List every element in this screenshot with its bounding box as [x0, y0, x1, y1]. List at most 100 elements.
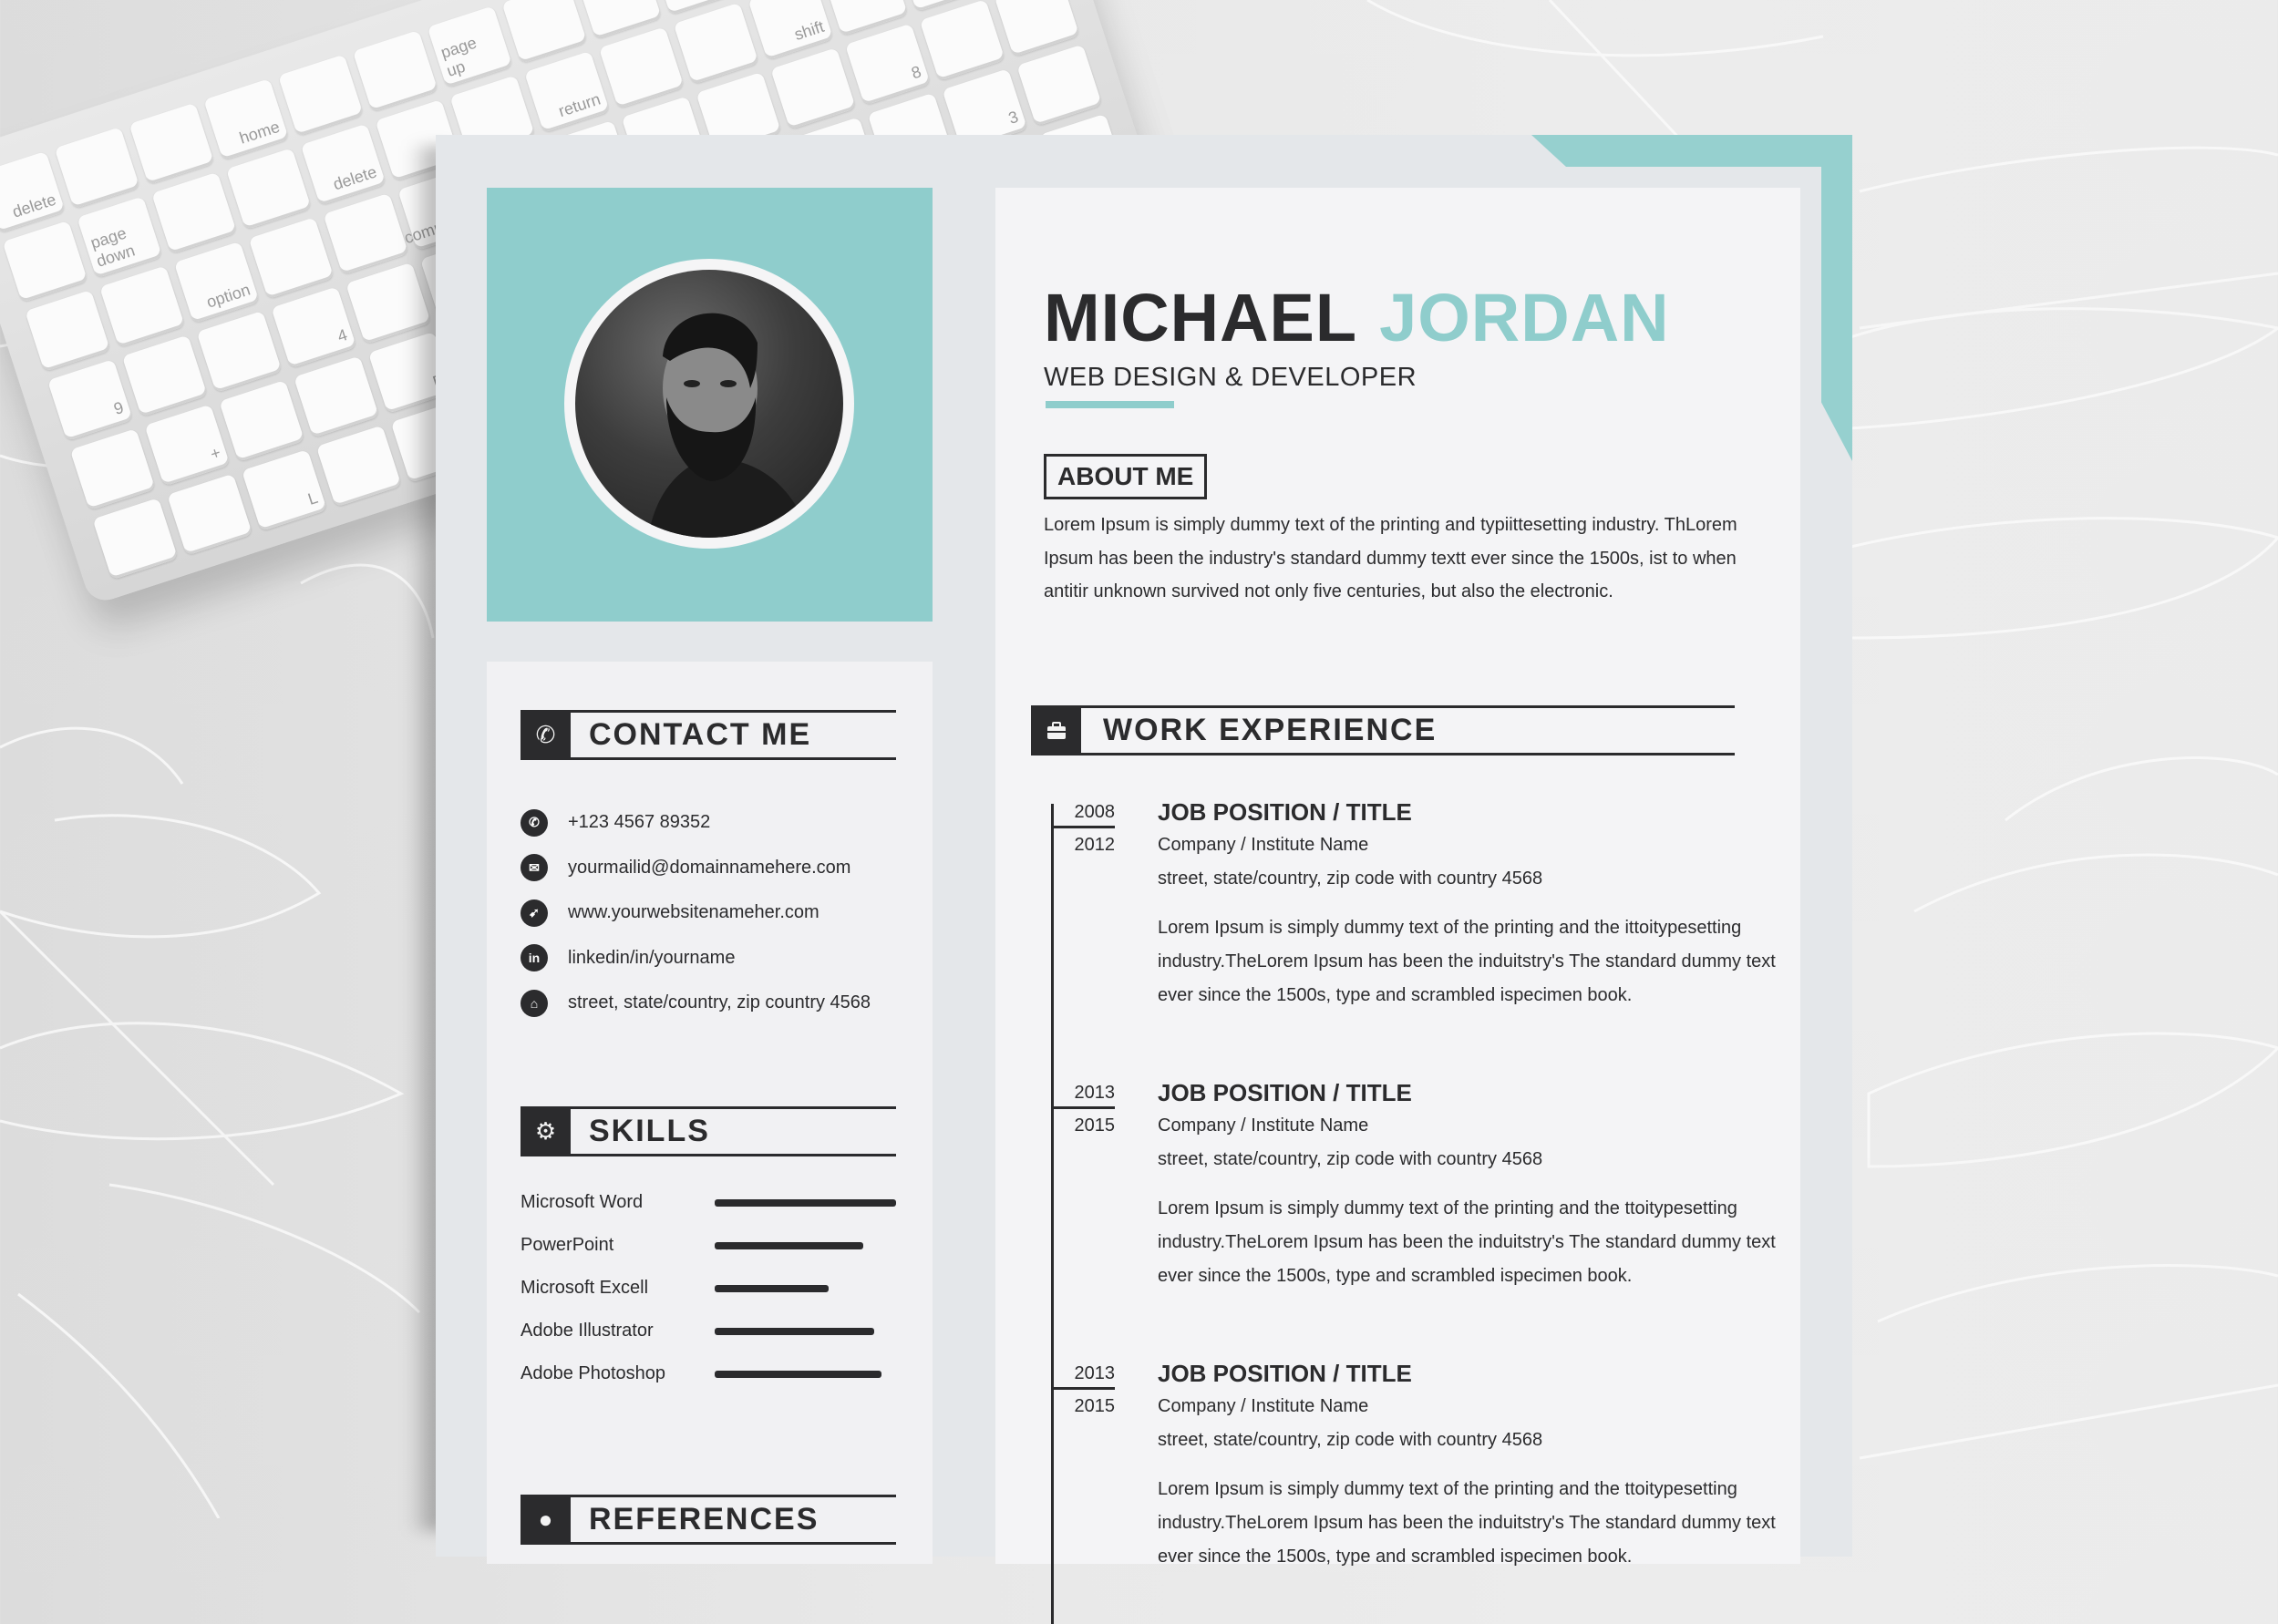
skill-bar [715, 1327, 896, 1335]
skill-name: PowerPoint [521, 1235, 614, 1255]
year-divider [1051, 826, 1115, 828]
job-title: JOB POSITION / TITLE [1158, 798, 1412, 826]
keyboard-key [501, 0, 588, 64]
job-title: JOB POSITION / TITLE [1158, 1360, 1412, 1387]
contact-address: street, state/country, zip country 4568 [568, 992, 871, 1013]
contact-website[interactable]: www.yourwebsitenameher.com [568, 902, 819, 923]
corner-accent-right [1821, 135, 1852, 461]
about-title: ABOUT ME [1044, 454, 1208, 499]
resume-page: ✆ CONTACT ME ✆ +123 4567 89352 ✉ yourmai… [436, 135, 1852, 1624]
keyboard-key [69, 428, 156, 511]
contact-item-linkedin: in linkedin/in/yourname [521, 936, 871, 982]
job-description: Lorem Ipsum is simply dummy text of the … [1158, 918, 1776, 1005]
skill-bar-fill [715, 1198, 896, 1207]
keyboard-key: 4 [271, 286, 357, 369]
contact-title: CONTACT ME [571, 710, 896, 760]
keyboard-key [167, 473, 253, 556]
keyboard-key: page up [427, 5, 513, 88]
keyboard-key [248, 217, 335, 300]
keyboard-key: page down [77, 196, 163, 279]
contact-item-website: ➹ www.yourwebsitenameher.com [521, 890, 871, 936]
first-name: MICHAEL [1044, 280, 1358, 355]
keyboard-key [315, 425, 402, 508]
keyboard-key [770, 47, 857, 130]
keyboard-key: delete [0, 150, 66, 233]
portrait-illustration [648, 313, 812, 538]
keyboard-key [99, 265, 185, 348]
work-title: WORK EXPERIENCE [1081, 705, 1735, 755]
keyboard-key: L [241, 449, 327, 532]
job-company: Company / Institute Name [1158, 1115, 1369, 1136]
skills-section-header: ⚙ SKILLS [521, 1106, 896, 1156]
references-section-header: ● REFERENCES [521, 1495, 896, 1545]
contact-item-email: ✉ yourmailid@domainnamehere.com [521, 846, 871, 891]
email-icon: ✉ [521, 854, 548, 882]
contact-phone[interactable]: +123 4567 89352 [568, 812, 710, 833]
keyboard-key [598, 26, 685, 109]
skill-bar [715, 1198, 896, 1207]
keyboard-key: + [144, 404, 231, 487]
keyboard-key [294, 355, 379, 438]
year-divider [1051, 1387, 1115, 1390]
main-panel: MICHAEL JORDAN WEB DESIGN & DEVELOPER ABO… [995, 188, 1800, 1624]
profile-photo [575, 270, 843, 538]
keyboard-key [151, 171, 238, 254]
linkedin-icon: in [521, 944, 548, 972]
keyboard-key [196, 310, 283, 393]
cursor-icon: ➹ [521, 899, 548, 927]
keyboard-key [2, 220, 88, 303]
keyboard-key: shift [747, 0, 834, 61]
home-icon: ⌂ [521, 989, 548, 1017]
keyboard-key [1016, 44, 1103, 127]
skill-row: Adobe Photoshop [521, 1352, 896, 1395]
phone-circle-icon: ✆ [521, 710, 571, 760]
references-title: REFERENCES [571, 1495, 896, 1545]
job-start-year: 2008 [1074, 802, 1116, 822]
keyboard-key [25, 289, 111, 373]
sidebar-card: ✆ CONTACT ME ✆ +123 4567 89352 ✉ yourmai… [487, 662, 933, 1564]
skill-name: Adobe Photoshop [521, 1363, 666, 1383]
work-section-header: WORK EXPERIENCE [1031, 705, 1735, 755]
job-company: Company / Institute Name [1158, 835, 1369, 855]
job-end-year: 2012 [1074, 835, 1116, 855]
gear-user-icon: ⚙ [521, 1106, 571, 1156]
keyboard-key [225, 148, 312, 231]
skill-bar-fill [715, 1327, 875, 1335]
job-description: Lorem Ipsum is simply dummy text of the … [1158, 1479, 1776, 1567]
timeline-line [1051, 804, 1054, 1624]
keyboard-key [129, 102, 215, 185]
job-start-year: 2013 [1074, 1083, 1116, 1103]
skill-row: Microsoft Excell [521, 1267, 896, 1310]
contact-linkedin[interactable]: linkedin/in/yourname [568, 948, 735, 969]
job-end-year: 2015 [1074, 1396, 1116, 1416]
job-address: street, state/country, zip code with cou… [1158, 869, 1543, 889]
contact-item-phone: ✆ +123 4567 89352 [521, 800, 871, 846]
contact-section-header: ✆ CONTACT ME [521, 710, 896, 760]
skill-bar [715, 1241, 896, 1249]
skill-bar-fill [715, 1370, 882, 1378]
keyboard-key: option [173, 241, 260, 324]
skill-name: Adobe Illustrator [521, 1321, 654, 1341]
skill-bar-fill [715, 1241, 864, 1249]
accent-underline [1046, 401, 1174, 408]
skill-row: Adobe Illustrator [521, 1310, 896, 1352]
keyboard-key [121, 334, 208, 417]
person-icon: ● [521, 1495, 571, 1545]
job-address: street, state/country, zip code with cou… [1158, 1430, 1543, 1450]
job-role: WEB DESIGN & DEVELOPER [1044, 363, 1417, 392]
keyboard-key [92, 498, 179, 581]
job-description: Lorem Ipsum is simply dummy text of the … [1158, 1198, 1776, 1286]
contact-email[interactable]: yourmailid@domainnamehere.com [568, 858, 850, 879]
phone-icon: ✆ [521, 808, 548, 837]
keyboard-key [277, 54, 364, 137]
keyboard-key: delete [300, 123, 387, 206]
keyboard-key: 9 [46, 359, 133, 442]
candidate-name: MICHAEL JORDAN [1044, 279, 1670, 356]
job-start-year: 2013 [1074, 1363, 1116, 1383]
skill-bar [715, 1370, 896, 1378]
skill-row: Microsoft Word [521, 1181, 896, 1224]
briefcase-glyph [1046, 721, 1066, 739]
corner-accent-top [1531, 135, 1852, 167]
job-end-year: 2015 [1074, 1115, 1116, 1136]
job-title: JOB POSITION / TITLE [1158, 1079, 1412, 1106]
